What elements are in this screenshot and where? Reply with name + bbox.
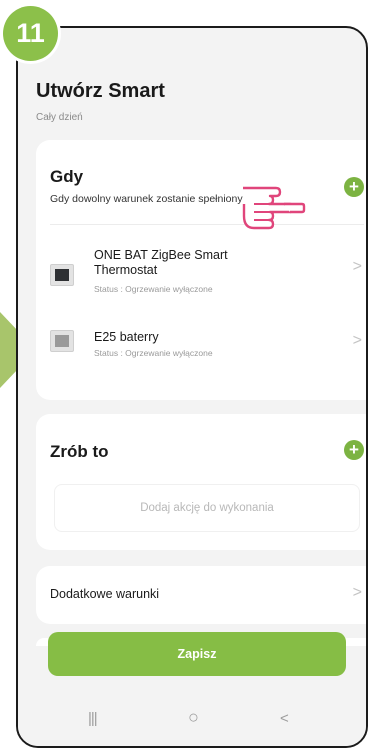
chevron-right-icon: > — [352, 258, 362, 275]
add-condition-button[interactable]: + — [344, 177, 364, 197]
phone-frame: Utwórz Smart Cały dzień Gdy + Gdy dowoln… — [16, 26, 368, 748]
when-heading: Gdy — [50, 167, 84, 186]
divider — [50, 224, 364, 225]
device-name: E25 baterry — [94, 330, 159, 344]
save-button[interactable]: Zapisz — [48, 632, 346, 676]
extra-conditions-row[interactable]: Dodatkowe warunki > — [36, 566, 366, 624]
condition-selector[interactable]: Gdy dowolny warunek zostanie spełniony ▾ — [50, 193, 253, 205]
thermostat-icon — [50, 264, 74, 286]
device-status: Status : Ogrzewanie wyłączone — [94, 284, 213, 294]
extra-conditions-label: Dodatkowe warunki — [50, 587, 160, 601]
device-row[interactable]: ONE BAT ZigBee Smart Thermostat Status :… — [50, 248, 364, 304]
add-action-button[interactable]: + — [344, 440, 364, 460]
when-card: Gdy + Gdy dowolny warunek zostanie spełn… — [36, 140, 366, 400]
device-status: Status : Ogrzewanie wyłączone — [94, 348, 213, 358]
page-title: Utwórz Smart — [36, 80, 165, 102]
page-subtitle: Cały dzień — [36, 112, 83, 123]
do-card: Zrób to + Dodaj akcję do wykonania — [36, 414, 366, 550]
chevron-right-icon: > — [352, 332, 362, 349]
thermostat-icon — [50, 330, 74, 352]
device-name: ONE BAT ZigBee Smart Thermostat — [94, 248, 228, 277]
device-row[interactable]: E25 baterry Status : Ogrzewanie wyłączon… — [50, 330, 364, 386]
home-button[interactable]: ○ — [188, 707, 199, 728]
do-heading: Zrób to — [50, 442, 109, 461]
add-action-placeholder[interactable]: Dodaj akcję do wykonania — [54, 484, 360, 532]
hand-pointer-icon — [242, 186, 306, 230]
step-badge: 11 — [3, 6, 58, 61]
condition-text: Gdy dowolny warunek zostanie spełniony — [50, 193, 243, 205]
chevron-right-icon: > — [352, 584, 362, 601]
system-navbar: ||| ○ < — [18, 698, 366, 746]
recent-apps-button[interactable]: ||| — [88, 710, 98, 727]
back-button[interactable]: < — [280, 710, 289, 727]
